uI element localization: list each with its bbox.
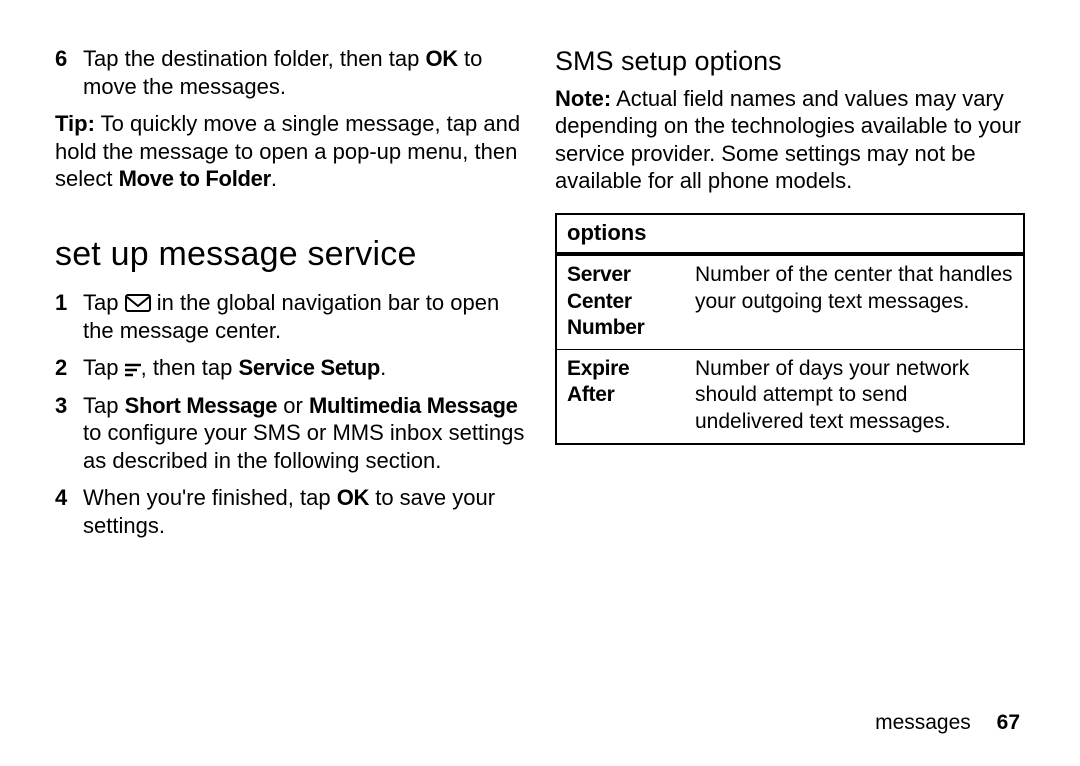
options-table: options Server Center Number Number of t… bbox=[555, 213, 1025, 445]
text: Tap the destination folder, then tap bbox=[83, 46, 425, 71]
move-to-folder-label: Move to Folder bbox=[119, 166, 271, 191]
ok-label: OK bbox=[337, 485, 369, 510]
step-text: Tap in the global navigation bar to open… bbox=[83, 289, 525, 344]
note-body: Actual field names and values may vary d… bbox=[555, 86, 1021, 194]
option-name: Server Center Number bbox=[556, 254, 685, 349]
option-name: Expire After bbox=[556, 350, 685, 444]
text: Tap bbox=[83, 290, 125, 315]
right-column: SMS setup options Note: Actual field nam… bbox=[555, 45, 1025, 766]
text: or bbox=[277, 393, 309, 418]
left-column: 6 Tap the destination folder, then tap O… bbox=[55, 45, 525, 766]
text: . bbox=[380, 355, 386, 380]
table-row: Expire After Number of days your network… bbox=[556, 350, 1024, 444]
step-number: 2 bbox=[55, 354, 83, 382]
page-footer: messages 67 bbox=[875, 710, 1020, 736]
step-3: 3 Tap Short Message or Multimedia Messag… bbox=[55, 392, 525, 475]
text: . bbox=[271, 166, 277, 191]
table-header: options bbox=[556, 214, 1024, 255]
step-text: Tap the destination folder, then tap OK … bbox=[83, 45, 525, 100]
ok-label: OK bbox=[425, 46, 457, 71]
multimedia-message-label: Multimedia Message bbox=[309, 393, 518, 418]
text: Tap bbox=[83, 393, 125, 418]
tip-paragraph: Tip: To quickly move a single message, t… bbox=[55, 110, 525, 193]
envelope-icon bbox=[125, 294, 151, 312]
step-text: Tap Short Message or Multimedia Message … bbox=[83, 392, 525, 475]
option-desc: Number of the center that handles your o… bbox=[685, 254, 1024, 349]
step-text: Tap , then tap Service Setup. bbox=[83, 354, 525, 382]
step-text: When you're finished, tap OK to save you… bbox=[83, 484, 525, 539]
step-1: 1 Tap in the global navigation bar to op… bbox=[55, 289, 525, 344]
step-number: 3 bbox=[55, 392, 83, 475]
note-label: Note: bbox=[555, 86, 611, 111]
step-number: 6 bbox=[55, 45, 83, 100]
step-2: 2 Tap , then tap Service Setup. bbox=[55, 354, 525, 382]
text: to configure your SMS or MMS inbox setti… bbox=[83, 420, 524, 473]
step-4: 4 When you're finished, tap OK to save y… bbox=[55, 484, 525, 539]
text: Tap bbox=[83, 355, 125, 380]
step-6: 6 Tap the destination folder, then tap O… bbox=[55, 45, 525, 100]
text: When you're finished, tap bbox=[83, 485, 337, 510]
subsection-heading: SMS setup options bbox=[555, 45, 1025, 79]
page-number: 67 bbox=[997, 711, 1020, 734]
note-paragraph: Note: Actual field names and values may … bbox=[555, 85, 1025, 195]
tip-label: Tip: bbox=[55, 111, 95, 136]
footer-section: messages bbox=[875, 711, 971, 734]
step-number: 1 bbox=[55, 289, 83, 344]
menu-icon bbox=[125, 363, 141, 377]
section-heading: set up message service bbox=[55, 233, 525, 276]
service-setup-label: Service Setup bbox=[238, 355, 380, 380]
manual-page: 6 Tap the destination folder, then tap O… bbox=[0, 0, 1080, 766]
text: , then tap bbox=[141, 355, 239, 380]
step-number: 4 bbox=[55, 484, 83, 539]
table-row: Server Center Number Number of the cente… bbox=[556, 254, 1024, 349]
option-desc: Number of days your network should attem… bbox=[685, 350, 1024, 444]
short-message-label: Short Message bbox=[125, 393, 278, 418]
